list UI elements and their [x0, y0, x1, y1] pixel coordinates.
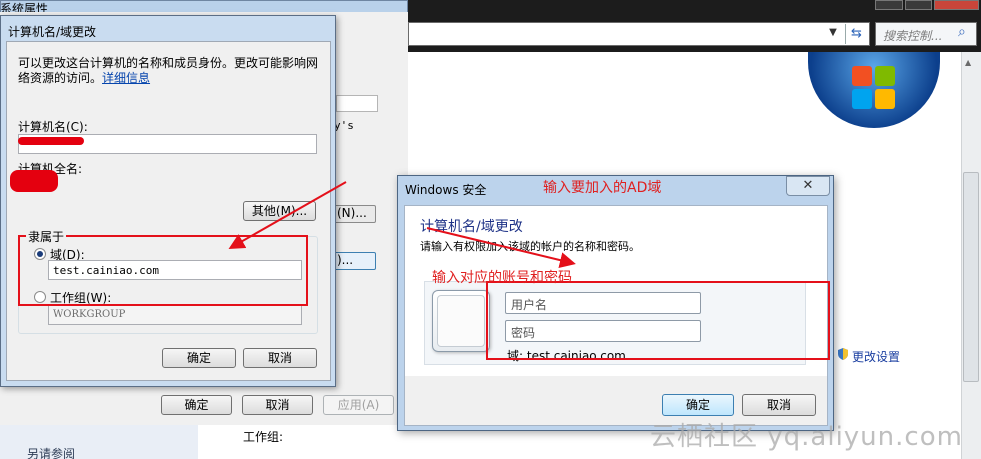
member-of-label: 隶属于	[26, 228, 67, 245]
arrow-to-credentials	[426, 227, 576, 268]
arrow-to-domain	[228, 181, 347, 249]
annotation-arrows	[228, 181, 576, 268]
